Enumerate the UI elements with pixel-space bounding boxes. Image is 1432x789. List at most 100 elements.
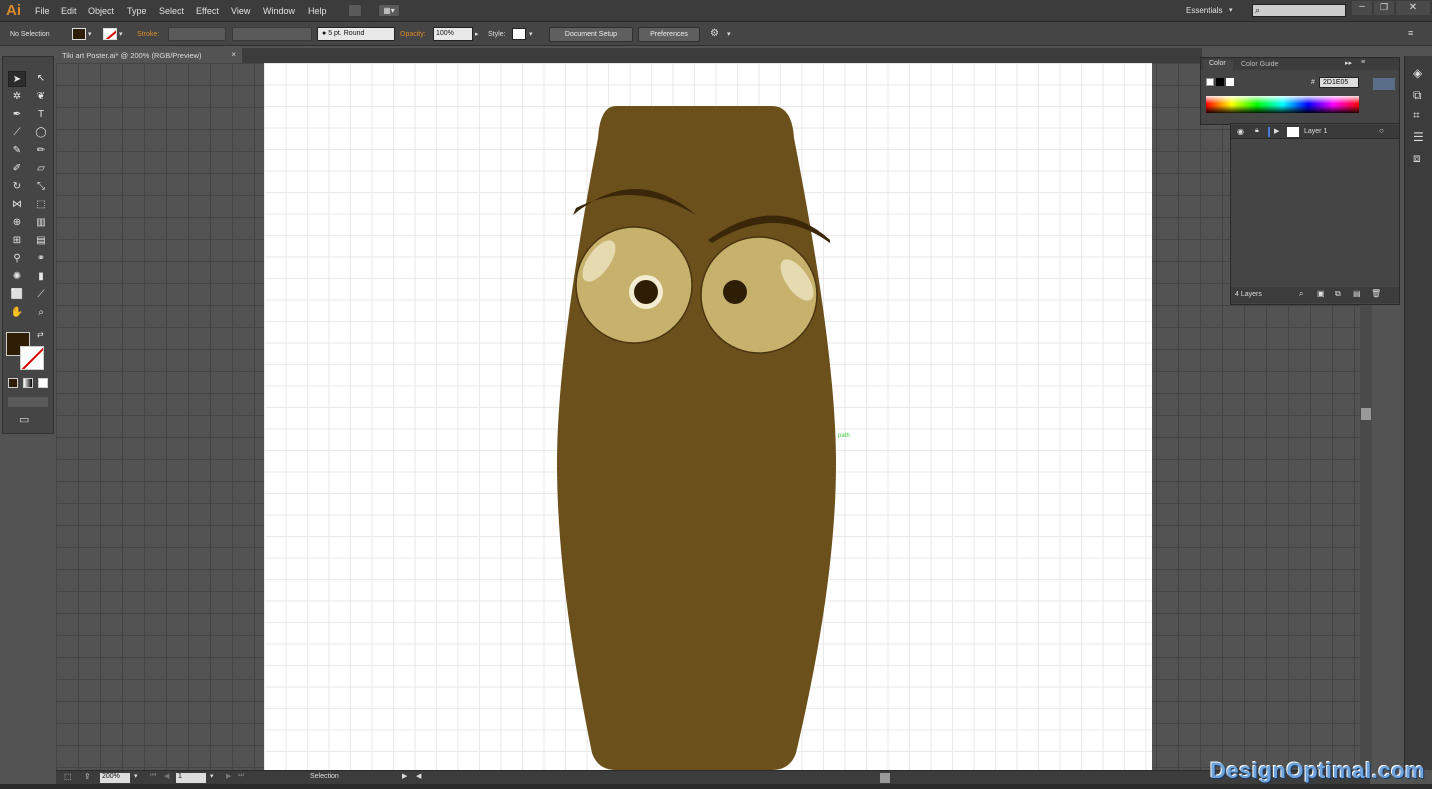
layer-name[interactable]: Layer 1	[1304, 128, 1327, 135]
stroke-label[interactable]: Stroke:	[137, 31, 159, 38]
eye-icon[interactable]: ◉	[1237, 127, 1244, 136]
hex-input[interactable]: 2D1E05	[1319, 77, 1359, 88]
lock-icon[interactable]: 🔒︎	[1255, 127, 1259, 135]
opacity-input[interactable]: 100%	[433, 27, 473, 41]
swap-colors-icon[interactable]: ⇄	[37, 330, 44, 339]
hand-tool-icon[interactable]: ✋	[8, 305, 26, 321]
eyedropper-tool-icon[interactable]: ⚲	[8, 251, 26, 267]
width-tool-icon[interactable]: ⋈	[8, 197, 26, 213]
artboard-tool-icon[interactable]: ⬜	[8, 287, 26, 303]
blend-tool-icon[interactable]: ⚭	[32, 251, 50, 267]
stroke-weight-input[interactable]	[168, 27, 226, 41]
type-tool-icon[interactable]: T	[32, 107, 50, 123]
chevron-down-icon[interactable]: ▾	[88, 30, 92, 38]
menu-file[interactable]: File	[35, 6, 50, 16]
gradient-tool-icon[interactable]: ▤	[32, 233, 50, 249]
target-icon[interactable]: ○	[1379, 126, 1384, 135]
menu-object[interactable]: Object	[88, 6, 114, 16]
free-transform-tool-icon[interactable]: ⬚	[32, 197, 50, 213]
first-artboard-icon[interactable]: ⏮	[150, 772, 156, 780]
align-options-icon[interactable]: ⚙	[710, 28, 719, 39]
none-mode-icon[interactable]	[38, 378, 48, 388]
status-menu-icon[interactable]: ▶	[402, 772, 407, 780]
column-graph-tool-icon[interactable]: ▮	[32, 269, 50, 285]
document-tab[interactable]: Tiki art Poster.ai* @ 200% (RGB/Preview)…	[56, 48, 242, 63]
workspace-switcher[interactable]: Essentials	[1186, 6, 1222, 15]
rotate-tool-icon[interactable]: ↻	[8, 179, 26, 195]
chevron-down-icon[interactable]: ▾	[134, 772, 138, 780]
chevron-down-icon[interactable]: ▾	[529, 30, 533, 38]
page-input[interactable]: 1	[176, 773, 206, 783]
brush-dropdown[interactable]: ● 5 pt. Round	[317, 27, 395, 41]
perspective-grid-tool-icon[interactable]: ▥	[32, 215, 50, 231]
blob-brush-tool-icon[interactable]: ✐	[8, 161, 26, 177]
menu-type[interactable]: Type	[127, 6, 147, 16]
clipping-mask-icon[interactable]: ▣	[1317, 289, 1325, 298]
artboard-nav-icon[interactable]: ⬚	[64, 772, 72, 781]
share-icon[interactable]: ⇪	[84, 772, 91, 781]
menu-window[interactable]: Window	[263, 6, 295, 16]
next-artboard-icon[interactable]: ▶	[226, 772, 231, 780]
minimize-button[interactable]: –	[1352, 1, 1372, 15]
menu-effect[interactable]: Effect	[196, 6, 219, 16]
previous-artboard-icon[interactable]: ◀	[164, 772, 169, 780]
tiki-body[interactable]	[557, 106, 836, 770]
pen-tool-icon[interactable]: ✒	[8, 107, 26, 123]
color-spectrum[interactable]	[1206, 96, 1359, 113]
stroke-color-box[interactable]	[20, 346, 44, 370]
line-tool-icon[interactable]: ⟋	[8, 125, 26, 141]
eraser-tool-icon[interactable]: ▱	[32, 161, 50, 177]
layers-panel-icon[interactable]: ◈	[1413, 66, 1422, 80]
mesh-tool-icon[interactable]: ⊞	[8, 233, 26, 249]
screen-mode-icon[interactable]: ▭	[19, 413, 29, 426]
paintbrush-tool-icon[interactable]: ✎	[8, 143, 26, 159]
horizontal-scroll-thumb[interactable]	[880, 773, 890, 783]
close-tab-icon[interactable]: ×	[231, 50, 236, 59]
layer-row[interactable]: ◉ 🔒︎ ▶ Layer 1 ○	[1231, 125, 1399, 139]
direct-selection-tool-icon[interactable]: ↖	[32, 71, 50, 87]
gradient-mode-icon[interactable]	[23, 378, 33, 388]
search-input[interactable]: ⌕	[1252, 4, 1346, 17]
panel-menu-icon[interactable]: ≡	[1361, 59, 1365, 66]
menu-view[interactable]: View	[231, 6, 250, 16]
align-panel-icon[interactable]: ☰	[1413, 130, 1424, 144]
symbol-sprayer-tool-icon[interactable]: ✺	[8, 269, 26, 285]
drawing-modes-icon[interactable]	[8, 397, 48, 407]
magic-wand-tool-icon[interactable]: ✲	[8, 89, 26, 105]
panel-menu-icon[interactable]: ≡	[1408, 28, 1413, 38]
chevron-down-icon[interactable]: ▾	[210, 772, 214, 780]
menu-edit[interactable]: Edit	[61, 6, 77, 16]
expand-layer-icon[interactable]: ▶	[1274, 127, 1279, 135]
visibility-toggle[interactable]	[1373, 78, 1395, 90]
white-swatch[interactable]	[1226, 78, 1234, 86]
collapse-panel-icon[interactable]: ▸▸	[1345, 59, 1352, 67]
zoom-input[interactable]: 200%	[100, 773, 130, 783]
opacity-label[interactable]: Opacity:	[400, 31, 426, 38]
bridge-icon[interactable]	[348, 4, 362, 17]
scale-tool-icon[interactable]: ⤡	[32, 179, 50, 195]
locate-object-icon[interactable]: ⌕	[1299, 289, 1303, 299]
right-pupil[interactable]	[723, 280, 747, 304]
menu-select[interactable]: Select	[159, 6, 184, 16]
stroke-swatch[interactable]	[103, 28, 117, 40]
pathfinder-panel-icon[interactable]: ⧈	[1413, 151, 1421, 166]
ellipse-tool-icon[interactable]: ◯	[32, 125, 50, 141]
color-guide-tab[interactable]: Color Guide	[1241, 61, 1278, 68]
document-setup-button[interactable]: Document Setup	[549, 27, 633, 42]
last-artboard-icon[interactable]: ⏭	[238, 772, 244, 780]
color-tab[interactable]: Color	[1203, 60, 1233, 71]
arrange-documents-icon[interactable]: ▦▾	[378, 4, 400, 17]
lasso-tool-icon[interactable]: ❦	[32, 89, 50, 105]
restore-button[interactable]: ❐	[1374, 1, 1394, 15]
menu-help[interactable]: Help	[308, 6, 327, 16]
scroll-thumb[interactable]	[1361, 408, 1371, 420]
preferences-button[interactable]: Preferences	[638, 27, 700, 42]
zoom-tool-icon[interactable]: ⌕	[32, 305, 50, 321]
shape-builder-tool-icon[interactable]: ⊕	[8, 215, 26, 231]
color-mode-icon[interactable]	[8, 378, 18, 388]
black-swatch[interactable]	[1216, 78, 1224, 86]
tiki-artwork[interactable]: path	[264, 63, 1152, 770]
none-swatch[interactable]	[1206, 78, 1214, 86]
left-pupil[interactable]	[634, 280, 658, 304]
new-sublayer-icon[interactable]: ⧉	[1335, 289, 1341, 299]
